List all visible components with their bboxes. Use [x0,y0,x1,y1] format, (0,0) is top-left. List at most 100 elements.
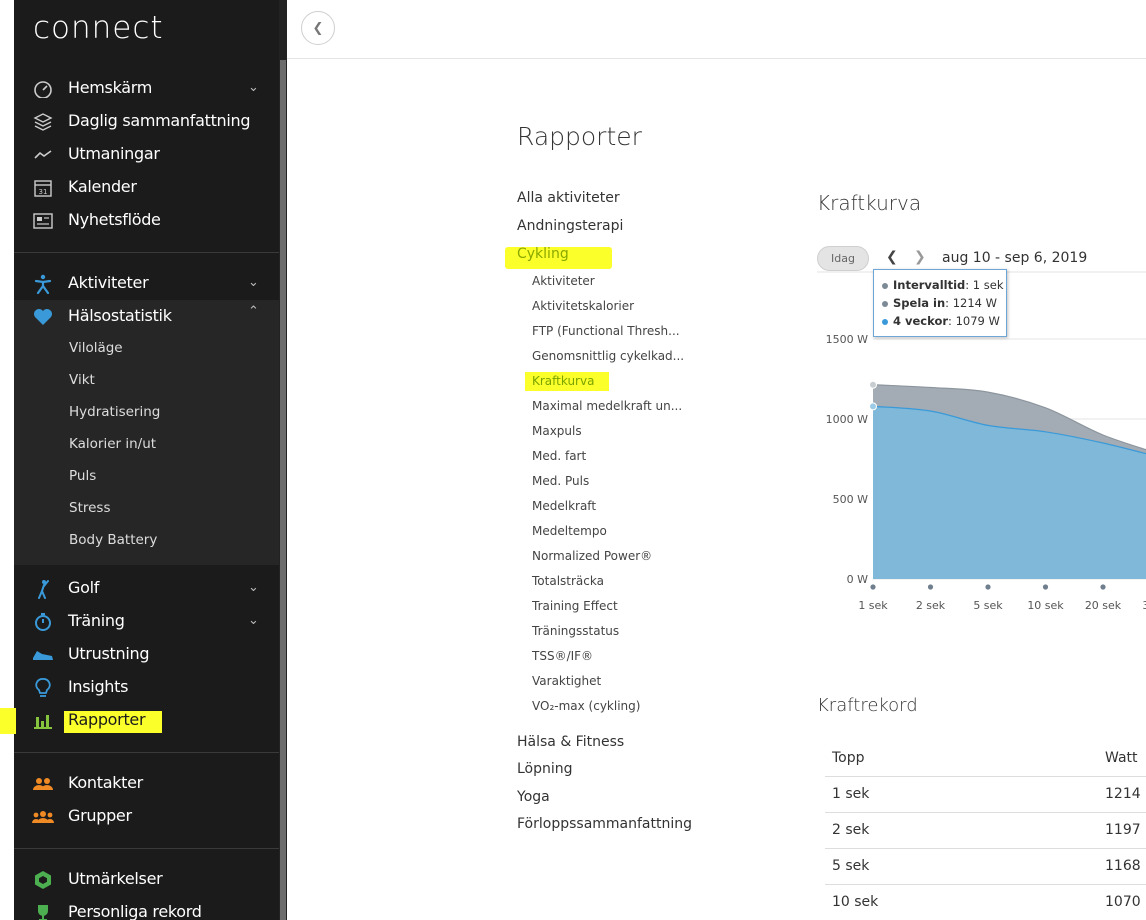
x-tick-label: 10 sek [1027,599,1064,612]
sidebar-item-rapporter[interactable]: Rapporter [14,704,279,737]
column-header: Topp [832,750,865,766]
submenu-item-hydratisering[interactable]: Hydratisering [69,404,160,420]
report-item[interactable]: Totalsträcka [532,574,604,588]
calendar-icon: 31 [32,178,54,198]
submenu-item-vikt[interactable]: Vikt [69,372,95,388]
sidebar-item-kalender[interactable]: 31 Kalender [14,171,279,204]
submenu-item-body-battery[interactable]: Body Battery [69,532,157,548]
report-item-kraftkurva-active[interactable]: Kraftkurva [532,374,594,388]
sidebar-item-label: Hemskärm [68,78,153,97]
sidebar-item-utmaningar[interactable]: Utmaningar [14,138,279,171]
trophy-icon [32,903,54,920]
sidebar-item-aktiviteter[interactable]: Aktiviteter ⌄ [14,267,279,300]
chevron-up-icon[interactable]: ⌃ [248,304,259,319]
sidebar-item-personliga-rekord[interactable]: Personliga rekord [14,896,279,920]
sidebar-item-utmarkelser[interactable]: Utmärkelser [14,863,279,896]
sidebar-item-label: Kontakter [68,773,143,792]
report-category-lopning[interactable]: Löpning [517,761,573,777]
y-tick-label: 1000 W [826,413,868,426]
cell-interval: 1 sek [832,786,870,802]
prev-period-button[interactable]: ❮ [886,249,898,265]
y-tick-label: 0 W [847,573,868,586]
sidebar-item-label: Daglig sammanfattning [68,111,251,130]
collapse-sidebar-button[interactable]: ❮ [301,11,335,45]
report-category-alla-aktiviteter[interactable]: Alla aktiviteter [517,190,620,206]
report-item[interactable]: Varaktighet [532,674,601,688]
report-item[interactable]: TSS®/IF® [532,649,593,663]
x-tick-dot [927,584,934,590]
sidebar-item-golf[interactable]: Golf ⌄ [14,572,279,605]
connect-logo[interactable]: connect [33,10,164,46]
today-button[interactable]: Idag [817,246,869,271]
contacts-icon [32,774,54,794]
report-item[interactable]: Medelkraft [532,499,596,513]
report-item[interactable]: Aktiviteter [532,274,595,288]
report-item[interactable]: Aktivitetskalorier [532,299,634,313]
x-tick-dot [1042,584,1049,590]
highlight-marker [0,708,16,734]
challenge-icon [32,145,54,165]
chevron-down-icon[interactable]: ⌄ [248,613,259,628]
submenu-item-vilolage[interactable]: Viloläge [69,340,123,356]
sidebar-item-kontakter[interactable]: Kontakter [14,767,279,800]
newsfeed-icon [32,211,54,231]
sidebar-item-nyhetsflode[interactable]: Nyhetsflöde [14,204,279,237]
groups-icon [32,807,54,827]
sidebar-scrollbar-thumb[interactable] [280,60,286,920]
report-item[interactable]: Med. fart [532,449,586,463]
top-bar: ❮ [287,0,1146,59]
chart-tooltip: Intervalltid: 1 sek Spela in: 1214 W 4 v… [873,269,1007,337]
sidebar-item-traning[interactable]: Träning ⌄ [14,605,279,638]
sidebar-item-daglig-sammanfattning[interactable]: Daglig sammanfattning [14,105,279,138]
series-line-spela-in [872,384,1146,451]
report-item[interactable]: Training Effect [532,599,618,613]
report-item[interactable]: VO₂-max (cykling) [532,699,640,713]
report-category-andningsterapi[interactable]: Andningsterapi [517,218,623,234]
sidebar-item-label: Grupper [68,806,132,825]
sidebar-item-utrustning[interactable]: Utrustning [14,638,279,671]
report-item[interactable]: Medeltempo [532,524,607,538]
report-category-cykling[interactable]: Cykling [517,246,569,262]
report-item[interactable]: FTP (Functional Thresh... [532,324,680,338]
submenu-item-puls[interactable]: Puls [69,468,96,484]
series-area-spela-in [873,384,1146,579]
report-category-yoga[interactable]: Yoga [517,789,550,805]
chart-title: Kraftkurva [817,191,922,215]
svg-text:31: 31 [39,188,48,196]
report-category-forloppssammanfattning[interactable]: Förloppssammanfattning [517,816,692,832]
gauge-icon [32,79,54,99]
sidebar-item-label: Utmärkelser [68,869,163,888]
chevron-down-icon[interactable]: ⌄ [248,275,259,290]
sidebar-item-grupper[interactable]: Grupper [14,800,279,833]
series-area-4-veckor [873,406,1146,579]
report-item[interactable]: Genomsnittlig cykelkad... [532,349,684,363]
report-item[interactable]: Normalized Power® [532,549,652,563]
report-item[interactable]: Maximal medelkraft un... [532,399,682,413]
records-title: Kraftrekord [817,695,918,716]
chevron-down-icon[interactable]: ⌄ [248,580,259,595]
report-item[interactable]: Maxpuls [532,424,582,438]
submenu-item-kalorier[interactable]: Kalorier in/ut [69,436,156,452]
stopwatch-icon [32,612,54,632]
tooltip-row: 4 veckor: 1079 W [882,314,1000,330]
sidebar-item-insights[interactable]: Insights [14,671,279,704]
cell-interval: 5 sek [832,858,870,874]
cell-interval: 2 sek [832,822,870,838]
report-item[interactable]: Träningsstatus [532,624,619,638]
sidebar-item-hemskarm[interactable]: Hemskärm ⌄ [14,72,279,105]
page-title: Rapporter [517,122,642,151]
sidebar-item-label: Utmaningar [68,144,160,163]
running-person-icon [32,274,54,294]
sidebar-item-label: Insights [68,677,129,696]
x-tick-dot [870,584,876,590]
x-tick-label: 5 sek [973,599,1003,612]
report-category-halsa-fitness[interactable]: Hälsa & Fitness [517,734,624,750]
submenu-item-stress[interactable]: Stress [69,500,111,516]
sidebar-item-halsostatistik[interactable]: Hälsostatistik ⌃ [14,300,279,333]
sidebar: connect Hemskärm ⌄ Daglig sammanfattning… [14,0,279,920]
date-range: aug 10 - sep 6, 2019 [942,250,1088,266]
report-item[interactable]: Med. Puls [532,474,589,488]
chevron-down-icon[interactable]: ⌄ [248,80,259,95]
next-period-button[interactable]: ❯ [914,249,926,265]
layers-icon [32,112,54,132]
